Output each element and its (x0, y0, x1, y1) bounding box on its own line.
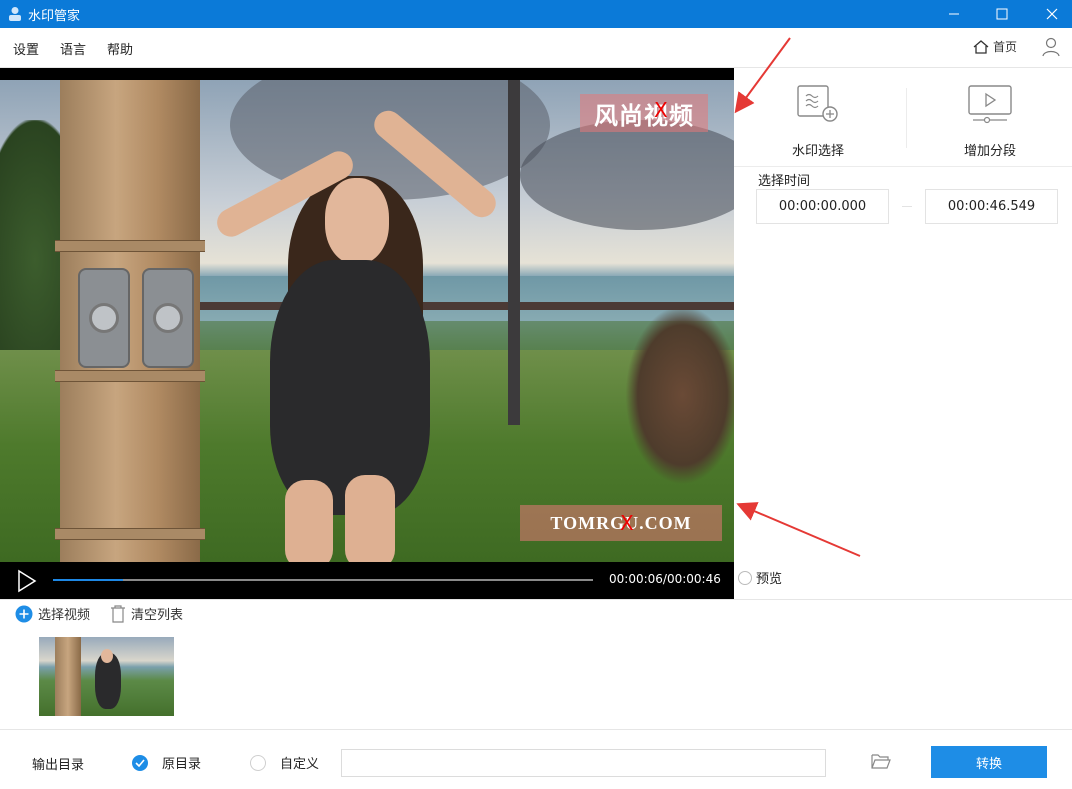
watermark-select-button[interactable]: 水印选择 (734, 68, 902, 166)
output-bar: 输出目录 原目录 自定义 转换 (0, 729, 1072, 789)
maximize-button[interactable] (979, 0, 1025, 28)
clear-list-label: 清空列表 (131, 608, 184, 623)
preview-toggle[interactable]: 预览 (738, 568, 782, 587)
menu-help[interactable]: 帮助 (107, 39, 133, 58)
person-figure (270, 260, 430, 515)
close-button[interactable] (1029, 0, 1072, 28)
output-dir-label: 输出目录 (32, 758, 85, 773)
remove-watermark-icon[interactable]: X (654, 98, 669, 122)
select-video-button[interactable]: 选择视频 (15, 604, 90, 623)
custom-dir-label: 自定义 (280, 757, 320, 772)
add-segment-label: 增加分段 (963, 144, 1016, 159)
folder-open-icon[interactable] (871, 752, 891, 774)
menu-language[interactable]: 语言 (60, 39, 86, 58)
add-segment-button[interactable]: 增加分段 (906, 68, 1072, 166)
end-time-field[interactable]: 00:00:46.549 (925, 189, 1058, 224)
custom-dir-option[interactable]: 自定义 (250, 753, 319, 772)
video-player[interactable]: 风尚视频 X TOMRGU.COM X 00:00:06/00:00:46 (0, 68, 734, 599)
watermark-text-top: 风尚视频 (594, 100, 694, 130)
video-frame[interactable]: 风尚视频 X TOMRGU.COM X (0, 80, 734, 562)
add-circle-icon (15, 605, 33, 622)
checked-radio-icon (132, 754, 148, 771)
select-video-label: 选择视频 (38, 608, 91, 623)
watermark-select-label: 水印选择 (791, 144, 844, 159)
start-time-field[interactable]: 00:00:00.000 (756, 189, 889, 224)
play-icon[interactable] (16, 569, 38, 597)
unchecked-radio-icon (250, 754, 266, 771)
select-time-label: 选择时间 (758, 174, 811, 189)
remove-watermark-icon[interactable]: X (620, 511, 635, 535)
watermark-region-top[interactable]: 风尚视频 X (580, 94, 708, 132)
preview-radio-icon (738, 570, 752, 585)
progress-fill (53, 579, 124, 581)
window-title: 水印管家 (28, 8, 81, 24)
right-panel: 水印选择 增加分段 选择时间 00:00:00.000 00:00:46.549… (734, 68, 1072, 599)
video-list: 选择视频 清空列表 (0, 599, 1072, 729)
trash-icon (111, 604, 125, 623)
output-path-input[interactable] (341, 749, 826, 777)
home-icon (973, 39, 989, 54)
home-label: 首页 (993, 40, 1018, 54)
original-dir-label: 原目录 (162, 757, 202, 772)
menu-bar: 设置 语言 帮助 首页 (0, 28, 1072, 68)
home-link[interactable]: 首页 (972, 38, 1017, 55)
convert-button[interactable]: 转换 (931, 746, 1047, 778)
time-display: 00:00:06/00:00:46 (609, 572, 721, 586)
menu-settings[interactable]: 设置 (13, 39, 39, 58)
minimize-button[interactable] (931, 0, 977, 28)
player-controls: 00:00:06/00:00:46 (0, 562, 734, 599)
watermark-select-icon (796, 84, 840, 128)
watermark-region-bottom[interactable]: TOMRGU.COM X (520, 505, 722, 541)
title-bar: 水印管家 (0, 0, 1072, 28)
original-dir-option[interactable]: 原目录 (132, 753, 201, 772)
app-logo-icon (8, 6, 22, 22)
clear-list-button[interactable]: 清空列表 (110, 604, 183, 623)
video-thumbnail[interactable] (39, 637, 174, 716)
preview-label: 预览 (756, 572, 783, 587)
add-segment-icon (967, 84, 1013, 128)
user-icon[interactable] (1042, 37, 1060, 61)
progress-bar[interactable] (53, 579, 593, 581)
